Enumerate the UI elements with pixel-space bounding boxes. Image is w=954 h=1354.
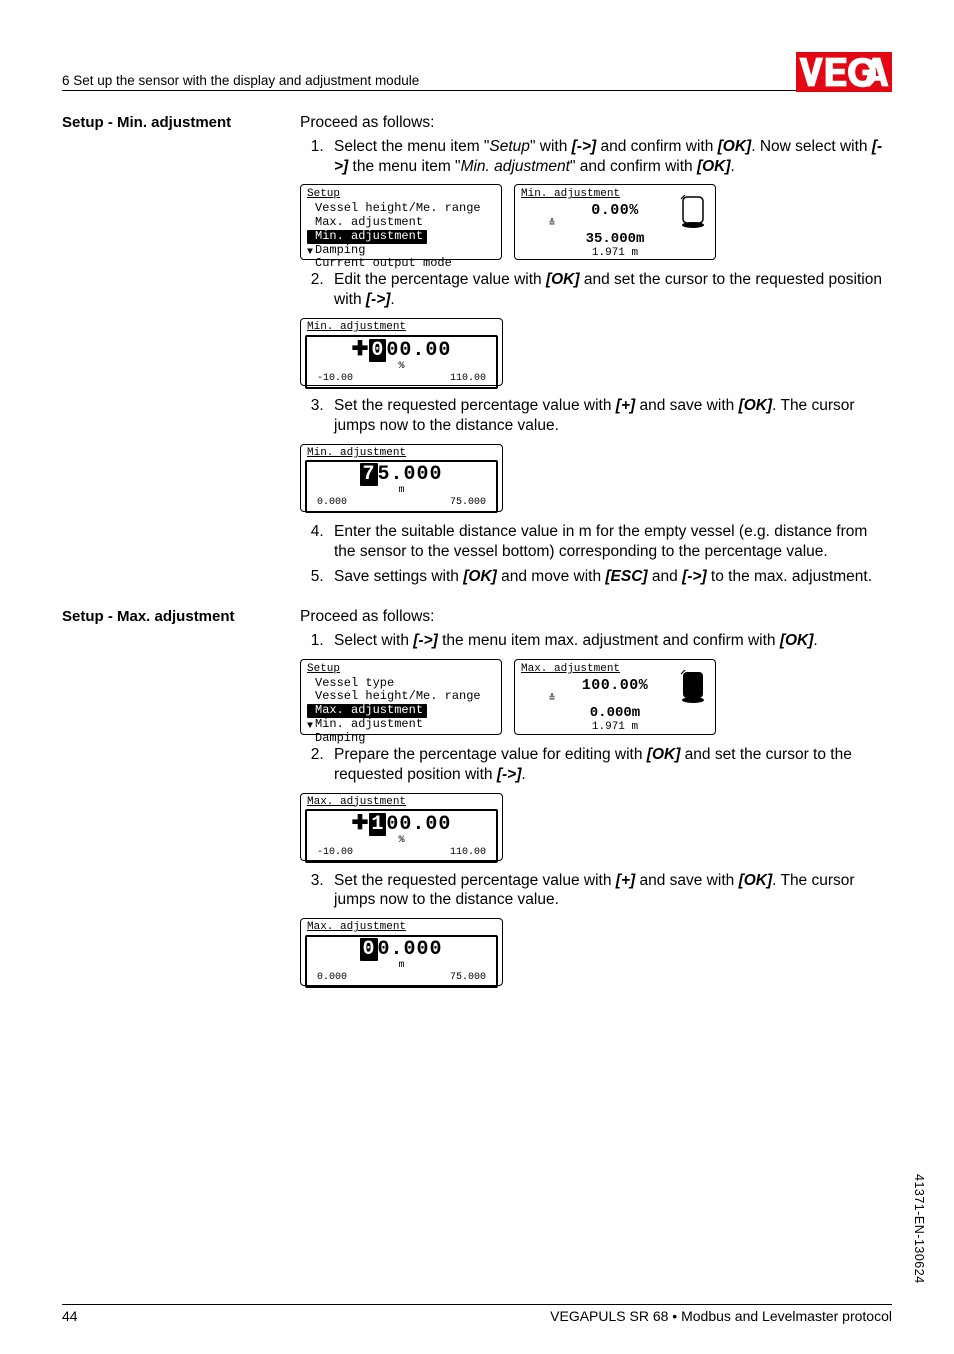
chevron-down-icon: ▼	[307, 247, 313, 259]
menu-item-selected: Max. adjustment	[307, 704, 427, 718]
menu-item-selected: Min. adjustment	[307, 230, 427, 244]
tank-empty-icon	[679, 195, 707, 229]
edit-screen-max-dist: Max. adjustment 00.000 m 0.000 75.000	[300, 918, 503, 986]
edit-screen-max-percent: Max. adjustment ✚100.00 % -10.00 110.00	[300, 793, 503, 861]
step-1-4: Enter the suitable distance value in m f…	[328, 522, 892, 562]
step-2-2: Prepare the percentage value for editing…	[328, 745, 892, 785]
step-1-1: Select the menu item "Setup" with [->] a…	[328, 137, 892, 177]
step-1-3: Set the requested percentage value with …	[328, 396, 892, 436]
menu-screen-min: Setup Vessel height/Me. range Max. adjus…	[300, 184, 502, 260]
document-code: 41371-EN-130624	[912, 1174, 926, 1284]
page-number: 44	[62, 1308, 78, 1324]
value-screen-min: Min. adjustment 0.00% ≙ 35.000m 1.971 m	[514, 184, 716, 260]
tank-full-icon	[679, 670, 707, 704]
edit-screen-min-percent: Min. adjustment ✚000.00 % -10.00 110.00	[300, 318, 503, 386]
chevron-down-icon: ▼	[307, 721, 313, 733]
step-1-2: Edit the percentage value with [OK] and …	[328, 270, 892, 310]
intro-text-1: Proceed as follows:	[300, 113, 892, 133]
page-footer: 44 VEGAPULS SR 68 • Modbus and Levelmast…	[62, 1304, 892, 1324]
menu-screen-max: Setup Vessel type Vessel height/Me. rang…	[300, 659, 502, 735]
step-2-3: Set the requested percentage value with …	[328, 871, 892, 911]
side-label-min-adjust: Setup - Min. adjustment	[62, 113, 280, 593]
doc-title: VEGAPULS SR 68 • Modbus and Levelmaster …	[550, 1308, 892, 1324]
intro-text-2: Proceed as follows:	[300, 607, 892, 627]
side-label-max-adjust: Setup - Max. adjustment	[62, 607, 280, 996]
section-title: 6 Set up the sensor with the display and…	[62, 73, 419, 88]
step-2-1: Select with [->] the menu item max. adju…	[328, 631, 892, 651]
step-1-5: Save settings with [OK] and move with [E…	[328, 567, 892, 587]
vega-logo	[796, 52, 892, 92]
page-header: 6 Set up the sensor with the display and…	[62, 48, 892, 91]
edit-screen-min-dist: Min. adjustment 75.000 m 0.000 75.000	[300, 444, 503, 512]
value-screen-max: Max. adjustment 100.00% ≙ 0.000m 1.971 m	[514, 659, 716, 735]
